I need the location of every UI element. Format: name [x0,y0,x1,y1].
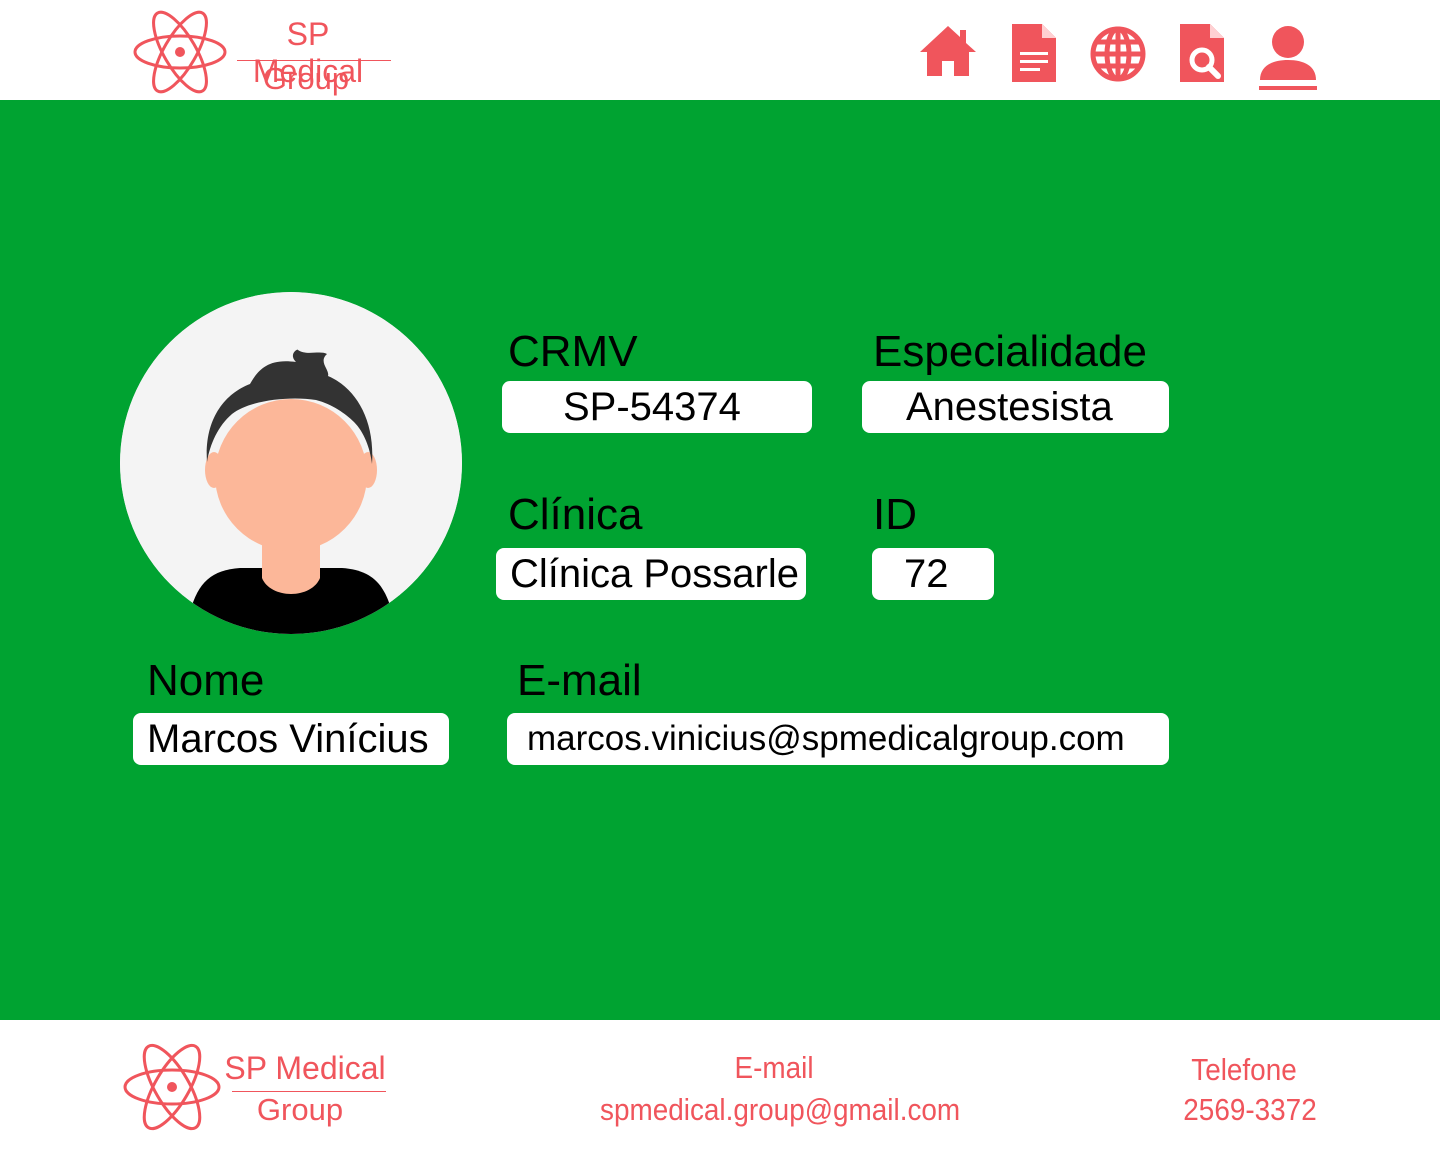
crmv-label: CRMV [508,327,638,376]
footer-email-label: E-mail [734,1050,814,1085]
crmv-field[interactable]: SP-54374 [502,381,812,433]
footer-phone-value: 2569-3372 [1183,1092,1317,1127]
footer-email-value[interactable]: spmedical.group@gmail.com [600,1094,960,1125]
document-icon[interactable] [1004,22,1064,86]
footer: SP Medical Group E-mail spmedical.group@… [2,1020,1440,1159]
atom-logo-icon[interactable] [132,8,228,96]
home-icon[interactable] [918,22,978,86]
footer-phone-label: Telefone [1191,1052,1297,1087]
id-field[interactable]: 72 [872,548,994,600]
email-label: E-mail [517,656,642,705]
header: SP Medical Group [0,0,1440,100]
avatar [120,292,462,634]
clinica-field[interactable]: Clínica Possarle [496,548,806,600]
user-icon[interactable] [1258,22,1318,90]
globe-icon[interactable] [1088,22,1148,86]
email-field[interactable]: marcos.vinicius@spmedicalgroup.com [507,713,1169,765]
clinica-label: Clínica [508,490,643,539]
footer-brand-line1: SP Medical [224,1050,386,1086]
brand-name-line2: Group [262,61,350,96]
especialidade-label: Especialidade [873,327,1147,376]
search-document-icon[interactable] [1174,22,1234,86]
especialidade-field[interactable]: Anestesista [862,381,1169,433]
nome-label: Nome [147,656,265,705]
id-label: ID [873,490,917,539]
atom-logo-icon[interactable] [122,1042,222,1132]
person-avatar-icon [120,292,462,634]
footer-brand-line2: Group [256,1092,344,1127]
nome-field[interactable]: Marcos Vinícius [133,713,449,765]
